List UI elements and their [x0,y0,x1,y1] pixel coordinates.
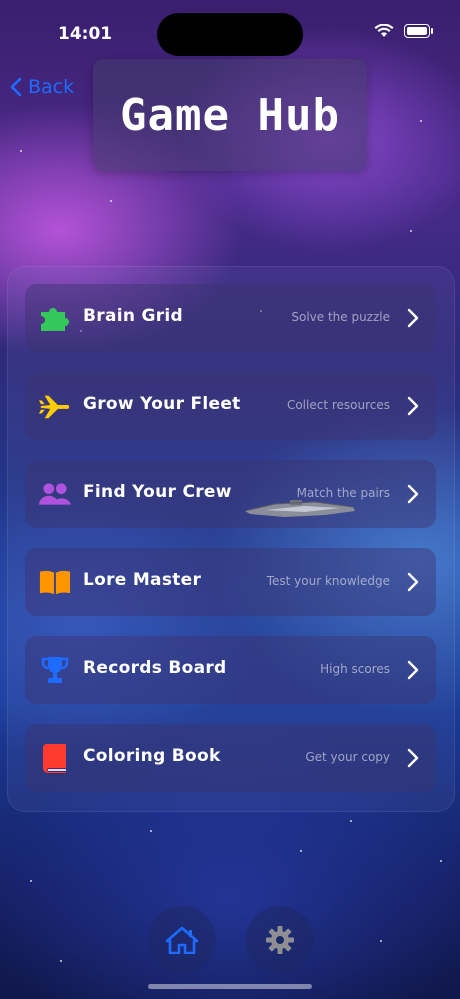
menu-item-label: Grow Your Fleet [83,394,241,414]
menu-item-label: Brain Grid [83,306,183,326]
back-button[interactable]: Back [10,76,74,98]
battery-icon [404,24,433,38]
menu-item-records-board[interactable]: Records Board High scores [25,636,436,704]
house-icon [166,926,198,954]
puzzle-icon [39,302,71,334]
menu-item-subtitle: High scores [320,662,390,676]
trophy-icon [39,654,71,686]
status-time: 14:01 [58,24,113,44]
menu-panel: Brain Grid Solve the puzzle Grow Your Fl… [7,266,455,812]
menu-item-label: Find Your Crew [83,482,232,502]
book-closed-icon [39,742,71,774]
menu-item-lore-master[interactable]: Lore Master Test your knowledge [25,548,436,616]
airplane-icon [39,390,71,422]
chevron-left-icon [10,77,22,97]
people-icon [39,478,71,510]
menu-item-find-your-crew[interactable]: Find Your Crew Match the pairs [25,460,436,528]
chevron-right-icon [407,572,419,592]
menu-item-coloring-book[interactable]: Coloring Book Get your copy [25,724,436,792]
chevron-right-icon [407,748,419,768]
page-title: Game Hub [120,89,340,141]
wifi-icon [374,24,394,37]
home-tab-button[interactable] [148,906,216,974]
menu-item-label: Records Board [83,658,227,678]
book-open-icon [39,566,71,598]
menu-item-subtitle: Solve the puzzle [291,310,390,324]
menu-item-subtitle: Get your copy [305,750,390,764]
dynamic-island [157,13,303,56]
gear-icon [266,926,294,954]
menu-item-label: Lore Master [83,570,202,590]
chevron-right-icon [407,484,419,504]
status-icons [374,24,433,38]
chevron-right-icon [407,308,419,328]
chevron-right-icon [407,396,419,416]
settings-tab-button[interactable] [246,906,314,974]
menu-item-label: Coloring Book [83,746,221,766]
menu-item-grow-your-fleet[interactable]: Grow Your Fleet Collect resources [25,372,436,440]
back-label: Back [28,76,75,98]
menu-item-subtitle: Match the pairs [296,486,390,500]
menu-item-subtitle: Collect resources [286,398,390,412]
chevron-right-icon [407,660,419,680]
menu-item-brain-grid[interactable]: Brain Grid Solve the puzzle [25,284,436,352]
home-indicator [148,984,312,989]
title-banner: Game Hub [93,59,367,171]
menu-item-subtitle: Test your knowledge [266,574,390,588]
